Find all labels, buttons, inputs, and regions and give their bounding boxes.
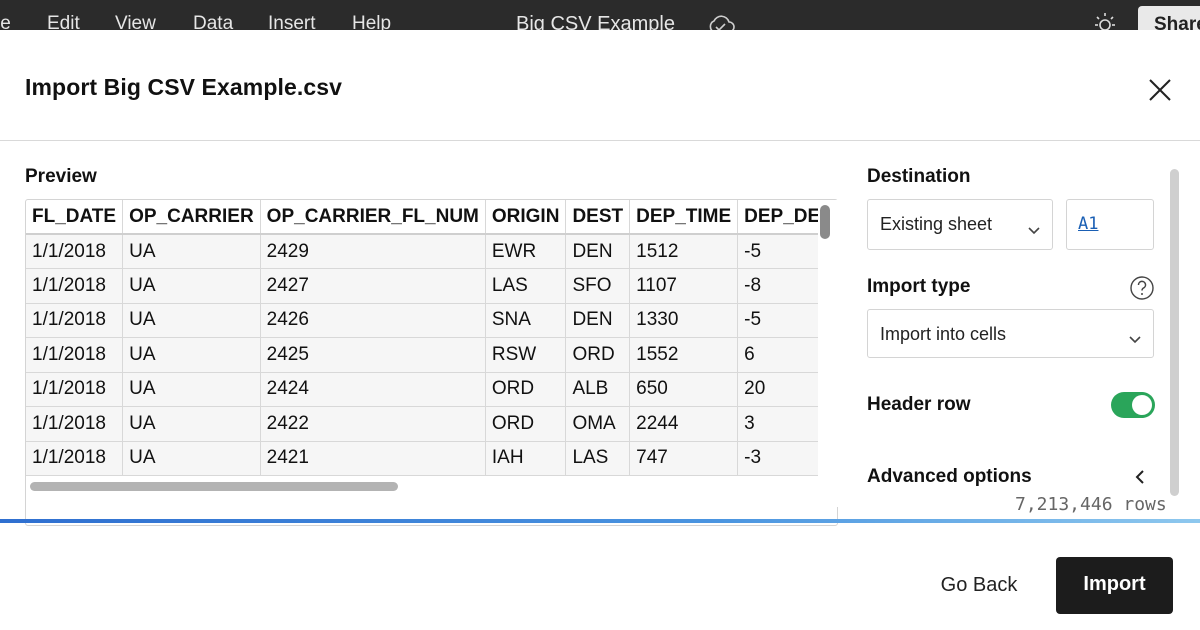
table-cell: OMA	[565, 406, 631, 442]
header-row-toggle[interactable]	[1111, 392, 1155, 418]
table-row: 1/1/2018 UA 2421 IAH LAS 747 -3	[26, 441, 837, 476]
document-title[interactable]: Big CSV Example	[516, 12, 675, 30]
table-cell: 650	[629, 372, 739, 407]
table-cell: DEN	[565, 234, 631, 269]
table-cell: LAS	[565, 441, 631, 476]
table-row: 1/1/2018 UA 2424 ORD ALB 650 20	[26, 372, 837, 407]
toggle-knob	[1132, 395, 1152, 415]
destination-select[interactable]: Existing sheet	[867, 199, 1053, 250]
table-cell: UA	[122, 441, 261, 476]
table-cell: 2244	[629, 406, 739, 442]
table-cell: UA	[122, 234, 261, 269]
table-cell: 2424	[260, 372, 486, 407]
table-cell: EWR	[485, 234, 567, 269]
row-count: 7,213,446 rows	[1015, 494, 1167, 515]
column-header: ORIGIN	[485, 200, 567, 235]
menu-data[interactable]: Data	[193, 12, 233, 30]
table-cell: UA	[122, 337, 261, 373]
table-cell: 1512	[629, 234, 739, 269]
help-icon[interactable]	[1129, 275, 1155, 306]
preview-vertical-scrollbar[interactable]	[820, 205, 830, 239]
table-cell: SNA	[485, 303, 567, 338]
preview-label: Preview	[25, 166, 97, 187]
table-cell: 1/1/2018	[26, 372, 124, 407]
destination-label: Destination	[867, 166, 971, 187]
table-cell: 1/1/2018	[26, 337, 124, 373]
table-cell: 1107	[629, 268, 739, 304]
table-cell: IAH	[485, 441, 567, 476]
table-cell: 2425	[260, 337, 486, 373]
table-cell: 1/1/2018	[26, 234, 124, 269]
close-button[interactable]	[1146, 76, 1174, 104]
column-header: OP_CARRIER_FL_NUM	[260, 200, 486, 235]
table-cell: 2429	[260, 234, 486, 269]
menu-view[interactable]: View	[115, 12, 156, 30]
close-icon	[1149, 79, 1171, 101]
table-cell: 1/1/2018	[26, 268, 124, 304]
table-row: 1/1/2018 UA 2427 LAS SFO 1107 -8	[26, 268, 837, 304]
table-cell: ORD	[485, 406, 567, 442]
column-header: DEST	[565, 200, 631, 235]
share-button[interactable]: Share	[1138, 6, 1200, 30]
table-cell: UA	[122, 303, 261, 338]
dialog-title: Import Big CSV Example.csv	[25, 74, 343, 100]
chevron-down-icon	[1028, 219, 1040, 240]
preview-horizontal-scrollbar[interactable]	[30, 482, 398, 491]
app-menubar: le Edit View Data Insert Help Big CSV Ex…	[0, 0, 1200, 30]
table-cell: 2426	[260, 303, 486, 338]
table-cell: 1552	[629, 337, 739, 373]
header-row-label: Header row	[867, 394, 971, 415]
table-cell: 2427	[260, 268, 486, 304]
cell-reference-input[interactable]: A1	[1066, 199, 1154, 250]
cloud-sync-icon	[706, 14, 736, 30]
advanced-options-label[interactable]: Advanced options	[867, 466, 1032, 488]
menu-help[interactable]: Help	[352, 12, 391, 30]
menu-insert[interactable]: Insert	[268, 12, 316, 30]
table-cell: 1/1/2018	[26, 406, 124, 442]
table-cell: UA	[122, 268, 261, 304]
table-cell: ORD	[485, 372, 567, 407]
progress-bar	[0, 519, 1200, 523]
table-cell: ALB	[565, 372, 631, 407]
table-row: 1/1/2018 UA 2425 RSW ORD 1552 6	[26, 337, 837, 373]
table-row: 1/1/2018 UA 2429 EWR DEN 1512 -5	[26, 234, 837, 269]
table-cell: DEN	[565, 303, 631, 338]
table-cell: UA	[122, 372, 261, 407]
column-header: DEP_TIME	[629, 200, 739, 235]
table-row: 1/1/2018 UA 2422 ORD OMA 2244 3	[26, 406, 837, 442]
table-cell: 1/1/2018	[26, 303, 124, 338]
chevron-left-icon[interactable]	[1134, 469, 1146, 490]
destination-value: Existing sheet	[880, 214, 993, 234]
import-button[interactable]: Import	[1056, 557, 1173, 614]
table-header-row: FL_DATE OP_CARRIER OP_CARRIER_FL_NUM ORI…	[26, 200, 837, 235]
table-cell: UA	[122, 406, 261, 442]
preview-table-container[interactable]: FL_DATE OP_CARRIER OP_CARRIER_FL_NUM ORI…	[25, 199, 838, 526]
import-type-label: Import type	[867, 276, 971, 297]
preview-vertical-scrolltrack	[818, 200, 838, 507]
table-cell: 2421	[260, 441, 486, 476]
go-back-button[interactable]: Go Back	[920, 560, 1038, 612]
table-cell: LAS	[485, 268, 567, 304]
table-cell: ORD	[565, 337, 631, 373]
column-header: OP_CARRIER	[122, 200, 261, 235]
chevron-down-icon	[1129, 328, 1141, 349]
menu-file[interactable]: le	[0, 12, 11, 30]
column-header: FL_DATE	[26, 200, 124, 235]
import-type-value: Import into cells	[880, 324, 1007, 344]
table-cell: RSW	[485, 337, 567, 373]
preview-table: FL_DATE OP_CARRIER OP_CARRIER_FL_NUM ORI…	[26, 200, 837, 476]
title-divider	[0, 140, 1200, 141]
options-panel-scrollbar[interactable]	[1170, 169, 1179, 496]
table-cell: 1/1/2018	[26, 441, 124, 476]
table-cell: 747	[629, 441, 739, 476]
table-row: 1/1/2018 UA 2426 SNA DEN 1330 -5	[26, 303, 837, 338]
theme-toggle-icon[interactable]	[1092, 12, 1118, 30]
table-cell: SFO	[565, 268, 631, 304]
menu-edit[interactable]: Edit	[47, 12, 80, 30]
table-cell: 1330	[629, 303, 739, 338]
import-type-select[interactable]: Import into cells	[867, 309, 1154, 358]
table-cell: 2422	[260, 406, 486, 442]
